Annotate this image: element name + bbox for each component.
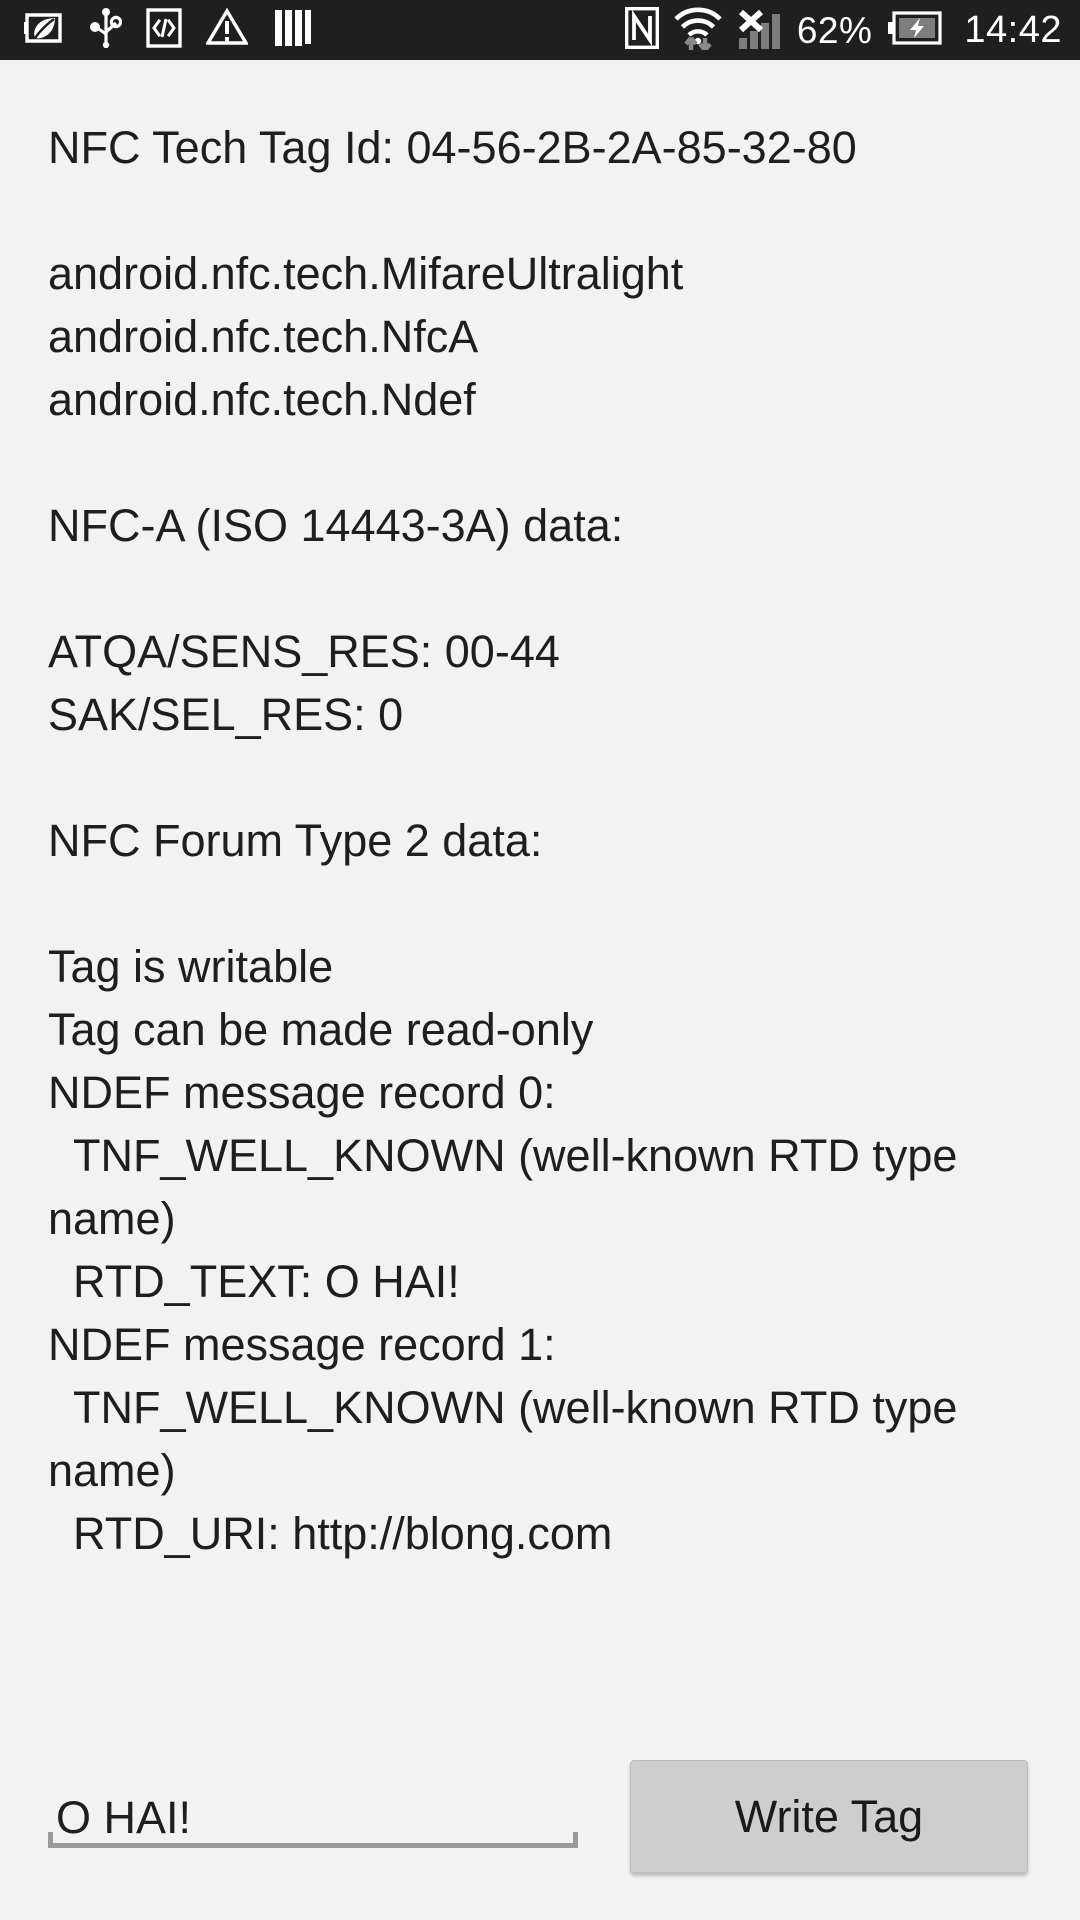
nfc-icon bbox=[625, 7, 659, 54]
nfc-tag-details-panel: NFC Tech Tag Id: 04-56-2B-2A-85-32-80 an… bbox=[0, 60, 1080, 1760]
tag-text-input-underline bbox=[48, 1843, 578, 1848]
no-signal-icon bbox=[737, 6, 783, 55]
detail-line-atqa: ATQA/SENS_RES: 00-44 bbox=[48, 620, 1032, 683]
detail-line-record-1-tnf: TNF_WELL_KNOWN (well-known RTD type name… bbox=[48, 1376, 1032, 1502]
status-bar-right-icons: 62% 14:42 bbox=[625, 6, 1062, 55]
status-bar-left-icons bbox=[24, 8, 314, 53]
tag-text-field-wrapper[interactable]: O HAI! bbox=[48, 1750, 578, 1870]
detail-line-tech-ndef: android.nfc.tech.Ndef bbox=[48, 368, 1032, 431]
status-bar: 62% 14:42 bbox=[0, 0, 1080, 60]
tag-text-input[interactable]: O HAI! bbox=[56, 1795, 191, 1840]
warning-triangle-icon bbox=[206, 8, 248, 53]
developer-code-icon bbox=[146, 8, 182, 53]
wifi-icon bbox=[673, 6, 723, 55]
detail-heading-type2: NFC Forum Type 2 data: bbox=[48, 809, 1032, 872]
detail-line-tech-nfca: android.nfc.tech.NfcA bbox=[48, 305, 1032, 368]
detail-spacer bbox=[48, 557, 1032, 620]
battery-percent-label: 62% bbox=[797, 12, 873, 49]
detail-spacer bbox=[48, 872, 1032, 935]
detail-spacer bbox=[48, 179, 1032, 242]
detail-spacer bbox=[48, 746, 1032, 809]
battery-saver-icon bbox=[24, 9, 66, 52]
status-bar-clock: 14:42 bbox=[964, 11, 1062, 49]
usb-icon bbox=[90, 8, 122, 53]
detail-line: NFC Tech Tag Id: 04-56-2B-2A-85-32-80 bbox=[48, 116, 1032, 179]
vertical-bars-icon bbox=[272, 8, 314, 53]
write-tag-bar: O HAI! Write Tag bbox=[0, 1730, 1080, 1920]
detail-line-record-0-header: NDEF message record 0: bbox=[48, 1061, 1032, 1124]
detail-line-sak: SAK/SEL_RES: 0 bbox=[48, 683, 1032, 746]
detail-line-tech-mifare: android.nfc.tech.MifareUltralight bbox=[48, 242, 1032, 305]
battery-charging-icon bbox=[888, 11, 942, 50]
detail-spacer bbox=[48, 431, 1032, 494]
detail-line-record-1-header: NDEF message record 1: bbox=[48, 1313, 1032, 1376]
detail-line-record-1-payload: RTD_URI: http://blong.com bbox=[48, 1502, 1032, 1565]
detail-line-writable: Tag is writable bbox=[48, 935, 1032, 998]
detail-line-record-0-tnf: TNF_WELL_KNOWN (well-known RTD type name… bbox=[48, 1124, 1032, 1250]
detail-heading-nfca: NFC-A (ISO 14443-3A) data: bbox=[48, 494, 1032, 557]
detail-line-record-0-payload: RTD_TEXT: O HAI! bbox=[48, 1250, 1032, 1313]
write-tag-button[interactable]: Write Tag bbox=[630, 1760, 1028, 1873]
detail-line-readonly-capable: Tag can be made read-only bbox=[48, 998, 1032, 1061]
